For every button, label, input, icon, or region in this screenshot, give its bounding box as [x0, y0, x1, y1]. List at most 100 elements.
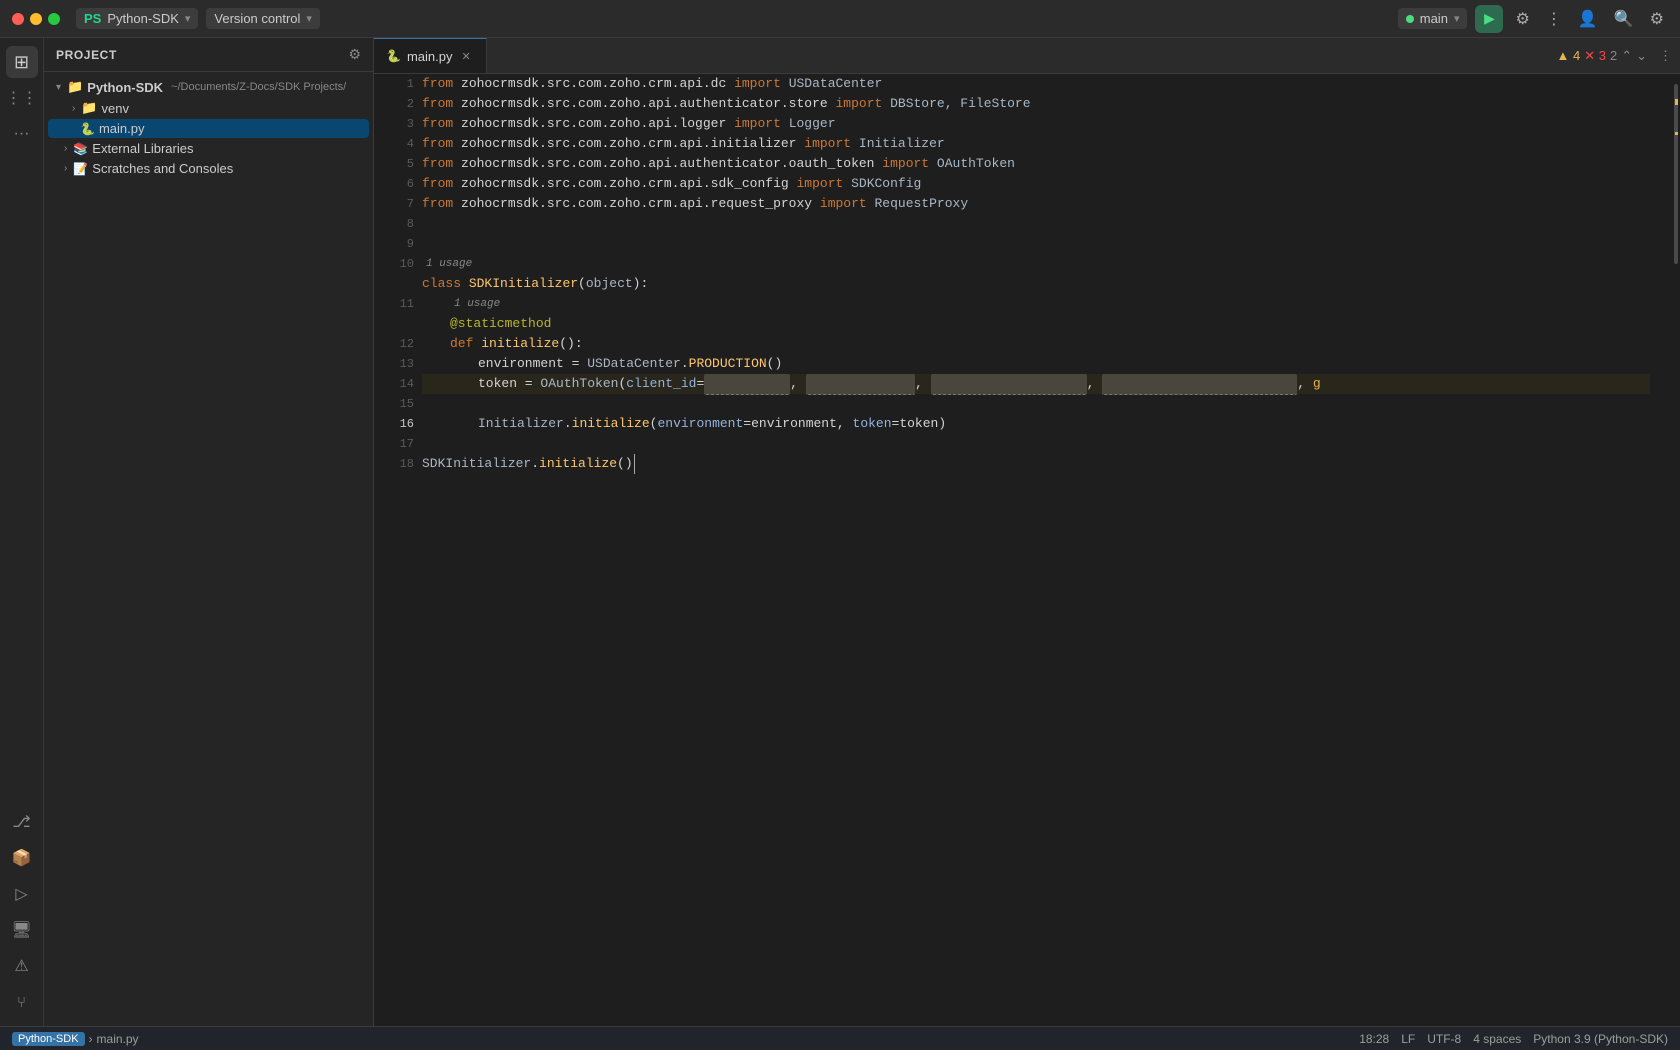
run-button[interactable]: ▶ — [1475, 5, 1503, 33]
scrollbar-thumb[interactable] — [1674, 84, 1678, 264]
redacted-param-3 — [931, 374, 1087, 395]
code-line-3: from zohocrmsdk.src.com.zoho.api.logger … — [422, 114, 1650, 134]
code-line-11: @staticmethod — [422, 314, 1650, 334]
decorator-staticmethod: @staticmethod — [450, 314, 551, 334]
main-branch-badge[interactable]: main ▾ — [1398, 8, 1468, 29]
main-py-label: main.py — [99, 121, 145, 136]
code-line-14: token = OAuthToken ( client_id = , , , — [422, 374, 1650, 394]
warning-count-badge: ▲ 4 — [1557, 48, 1581, 63]
more-options-icon[interactable]: ⋮ — [1659, 48, 1672, 64]
run-debug-icon[interactable]: ▷ — [6, 878, 38, 910]
code-line-usage-1: 1 usage — [422, 254, 1650, 274]
activity-bar: ⊞ ⋮⋮ ··· ⎇ 📦 ▷ 🖥 ⚠ ⑂ — [0, 38, 44, 1026]
gutter-line-14: 12 — [374, 334, 414, 354]
scratch-icon: 📝 — [73, 162, 88, 176]
gutter-line-10: 10 — [374, 254, 414, 274]
nav-up-icon[interactable]: ⌃ — [1621, 48, 1632, 64]
close-button[interactable] — [12, 13, 24, 25]
code-line-18: SDKInitializer . initialize () — [422, 454, 1650, 474]
code-line-2: from zohocrmsdk.src.com.zoho.api.authent… — [422, 94, 1650, 114]
status-python[interactable]: Python 3.9 (Python-SDK) — [1533, 1032, 1668, 1046]
gutter-line-2: 2 — [374, 94, 414, 114]
tab-python-icon: 🐍 — [386, 49, 401, 63]
editor-scrollbar[interactable] — [1666, 74, 1680, 1026]
gutter-line-15: 13 — [374, 354, 414, 374]
code-line-12: def initialize (): — [422, 334, 1650, 354]
status-indent[interactable]: 4 spaces — [1473, 1032, 1521, 1046]
sidebar-item-venv[interactable]: › 📁 venv — [48, 98, 369, 118]
more-actions-icon[interactable]: ⋮ — [1542, 5, 1566, 33]
settings-icon[interactable]: ⚙ — [1646, 5, 1668, 33]
more-tools-icon[interactable]: ··· — [6, 118, 38, 150]
tab-bar-actions: ▲ 4 ✕ 3 2 ⌃ ⌄ ⋮ — [1549, 38, 1680, 73]
nav-down-icon[interactable]: ⌄ — [1636, 48, 1647, 64]
gutter-line-5: 5 — [374, 154, 414, 174]
sidebar-item-external-libraries[interactable]: › 📚 External Libraries — [48, 139, 369, 158]
build-icon[interactable]: ⚙ — [1511, 5, 1533, 33]
tab-close-button[interactable]: ✕ — [458, 49, 473, 64]
python-file-icon: 🐍 — [80, 122, 95, 136]
error-count-badge: ✕ 3 — [1584, 48, 1606, 64]
project-selector[interactable]: PS Python-SDK ▾ — [76, 8, 198, 29]
maximize-button[interactable] — [48, 13, 60, 25]
terminal-icon[interactable]: 🖥 — [6, 914, 38, 946]
editor-area: 🐍 main.py ✕ ▲ 4 ✕ 3 2 ⌃ ⌄ ⋮ 1 2 3 4 — [374, 38, 1680, 1026]
structure-icon[interactable]: ⋮⋮ — [6, 82, 38, 114]
traffic-lights — [12, 13, 60, 25]
status-right: 18:28 LF UTF-8 4 spaces Python 3.9 (Pyth… — [1359, 1032, 1668, 1046]
status-project-tag[interactable]: Python-SDK — [12, 1032, 85, 1046]
chevron-right-icon: › — [64, 163, 67, 174]
tab-filename: main.py — [407, 49, 453, 64]
folder-icon: 📁 — [67, 79, 83, 95]
branch-dropdown-icon: ▾ — [1454, 12, 1460, 25]
status-charset[interactable]: UTF-8 — [1427, 1032, 1461, 1046]
project-name: Python-SDK — [107, 11, 179, 26]
root-name: Python-SDK — [87, 80, 163, 95]
code-line-7: from zohocrmsdk.src.com.zoho.crm.api.req… — [422, 194, 1650, 214]
code-line-10: class SDKInitializer ( object ): — [422, 274, 1650, 294]
problems-icon[interactable]: ⚠ — [6, 950, 38, 982]
gutter-line-12: 11 — [374, 294, 414, 314]
gutter-line-17: 15 — [374, 394, 414, 414]
title-bar: PS Python-SDK ▾ Version control ▾ main ▾… — [0, 0, 1680, 38]
sidebar-item-main-py[interactable]: 🐍 main.py — [48, 119, 369, 138]
warning-indicator-2 — [1675, 102, 1678, 105]
code-line-16: Initializer . initialize ( environment =… — [422, 414, 1650, 434]
module-path-1: zohocrmsdk.src.com.zoho.crm.api.dc — [461, 74, 726, 94]
editor-content[interactable]: 1 2 3 4 5 6 7 8 9 10 11 12 13 14 15 16 1… — [374, 74, 1680, 1026]
gutter-line-11 — [374, 274, 414, 294]
version-control-selector[interactable]: Version control ▾ — [206, 8, 320, 29]
search-icon[interactable]: 🔍 — [1610, 5, 1638, 33]
project-view-icon[interactable]: ⊞ — [6, 46, 38, 78]
status-arrow: › — [89, 1032, 93, 1046]
git-icon[interactable]: ⑂ — [6, 986, 38, 1018]
gutter-line-1: 1 — [374, 74, 414, 94]
code-line-15 — [422, 394, 1650, 414]
minimize-button[interactable] — [30, 13, 42, 25]
venv-label: venv — [102, 101, 129, 116]
vcs-icon[interactable]: ⎇ — [6, 806, 38, 838]
usage-hint-2: 1 usage — [454, 294, 500, 314]
sidebar-item-scratches[interactable]: › 📝 Scratches and Consoles — [48, 159, 369, 178]
gutter-line-18: 16 — [374, 414, 414, 434]
sidebar-settings-icon[interactable]: ⚙ — [348, 46, 361, 63]
code-area[interactable]: from zohocrmsdk.src.com.zoho.crm.api.dc … — [422, 74, 1666, 1026]
packages-icon[interactable]: 📦 — [6, 842, 38, 874]
status-encoding[interactable]: LF — [1401, 1032, 1415, 1046]
status-file: main.py — [97, 1032, 139, 1046]
sidebar-title: Project — [56, 48, 117, 62]
code-line-1: from zohocrmsdk.src.com.zoho.crm.api.dc … — [422, 74, 1650, 94]
chevron-right-icon: › — [72, 103, 75, 114]
sidebar-item-root[interactable]: ▾ 📁 Python-SDK ~/Documents/Z-Docs/SDK Pr… — [48, 77, 369, 97]
gutter-line-4: 4 — [374, 134, 414, 154]
status-position[interactable]: 18:28 — [1359, 1032, 1389, 1046]
code-line-8 — [422, 214, 1650, 234]
sidebar-actions: ⚙ — [348, 46, 361, 63]
gutter-line-13 — [374, 314, 414, 334]
root-path: ~/Documents/Z-Docs/SDK Projects/ — [171, 81, 346, 93]
run-icon: ▶ — [1484, 10, 1495, 27]
code-line-9 — [422, 234, 1650, 254]
user-icon[interactable]: 👤 — [1574, 5, 1602, 33]
tab-main-py[interactable]: 🐍 main.py ✕ — [374, 38, 487, 73]
gutter-line-9: 9 — [374, 234, 414, 254]
